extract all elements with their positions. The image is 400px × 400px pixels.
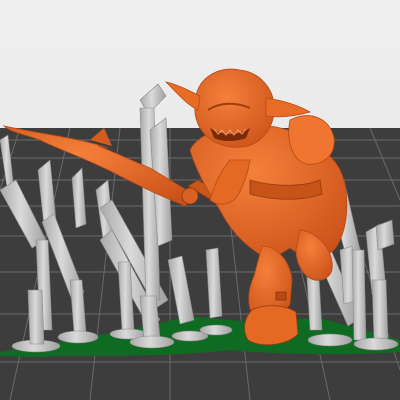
support-foot [199, 324, 233, 336]
support-trunk [351, 249, 367, 341]
sword-guard [181, 187, 199, 205]
support-trunk [27, 289, 45, 345]
support-foot [129, 335, 175, 349]
goblin-boot [244, 305, 299, 346]
boot-buckle [275, 291, 287, 301]
slicer-3d-viewport[interactable] [0, 0, 400, 400]
support-foot [57, 330, 99, 344]
support-foot [307, 333, 353, 347]
support-foot [353, 337, 399, 351]
support-trunk [371, 279, 389, 341]
scene-canvas[interactable] [0, 0, 400, 400]
